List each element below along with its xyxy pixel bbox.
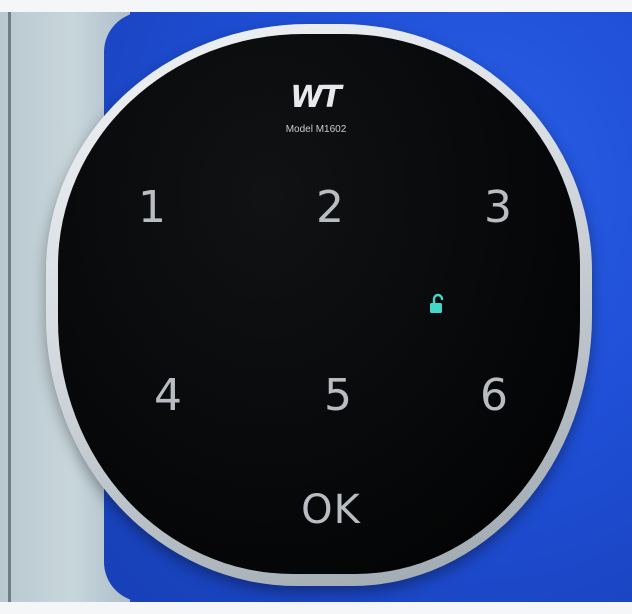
- key-5[interactable]: 5: [308, 374, 368, 418]
- key-6[interactable]: 6: [464, 374, 524, 418]
- unlocked-padlock-icon: [430, 293, 444, 313]
- key-4[interactable]: 4: [138, 374, 198, 418]
- bottom-border: [0, 602, 632, 614]
- key-3[interactable]: 3: [468, 186, 528, 230]
- key-2[interactable]: 2: [300, 186, 360, 230]
- key-ok[interactable]: OK: [286, 490, 376, 530]
- frame-edge: [8, 0, 11, 614]
- top-border: [0, 0, 632, 12]
- key-1[interactable]: 1: [122, 186, 182, 230]
- lock-photo: WT Model M1602 1 2 3 4 5 6 OK: [0, 0, 632, 614]
- model-label: Model M1602: [285, 124, 347, 135]
- brand-logo: WT: [290, 80, 342, 115]
